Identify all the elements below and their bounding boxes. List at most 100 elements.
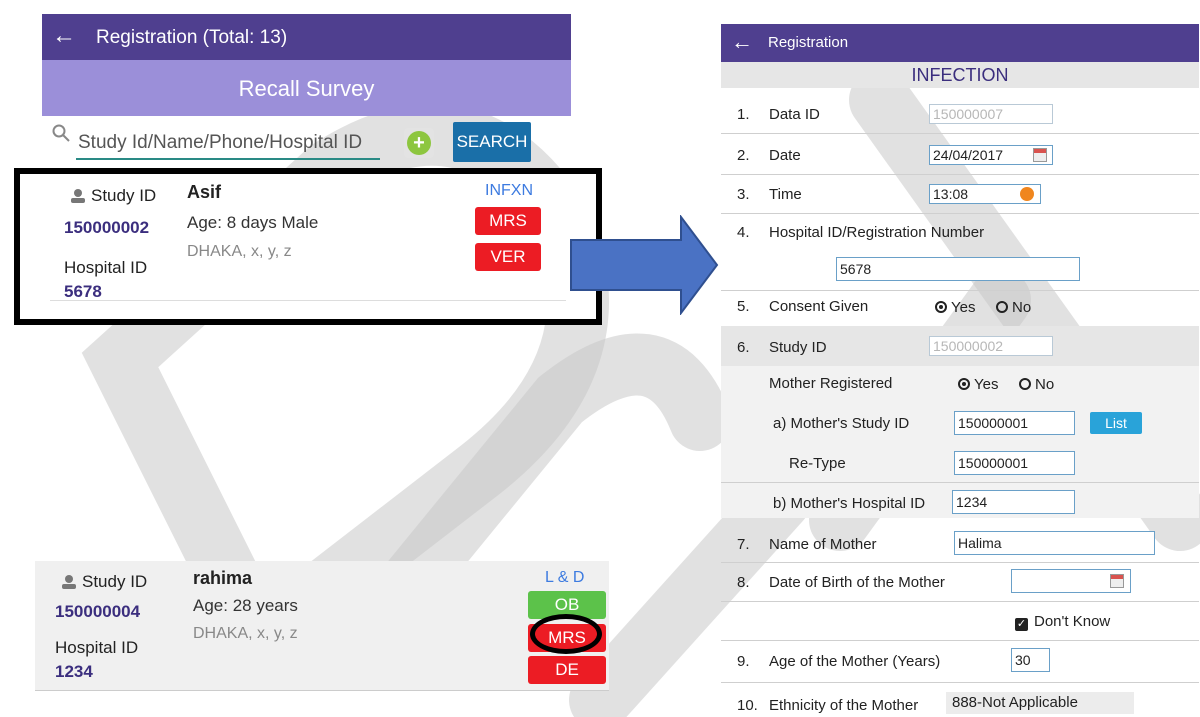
hospital-id-label: Hospital ID [55, 638, 139, 657]
row-number: 9. [737, 653, 750, 670]
patient-name: rahima [193, 568, 253, 588]
category-tag: L & D [545, 569, 585, 586]
ver-button[interactable]: VER [475, 243, 541, 271]
clock-icon[interactable] [1020, 187, 1034, 201]
mother-study-id-label: a) Mother's Study ID [773, 415, 910, 432]
mother-name-label: Name of Mother [769, 536, 877, 553]
mother-registered-yes-radio[interactable]: Yes [958, 376, 998, 393]
dont-know-checkbox[interactable]: ✓ Don't Know [1015, 613, 1110, 631]
search-button[interactable]: SEARCH [453, 122, 531, 162]
patient-address: DHAKA, x, y, z [193, 625, 298, 642]
time-label: Time [769, 186, 802, 203]
mother-hospital-id-label: b) Mother's Hospital ID [773, 495, 926, 512]
ethnicity-label: Ethnicity of the Mother [769, 697, 919, 714]
study-id-value: 150000004 [55, 602, 141, 621]
row-number: 8. [737, 574, 750, 591]
row-divider [721, 682, 1199, 683]
radio-unselected-icon [996, 301, 1008, 313]
list-button[interactable]: List [1090, 412, 1142, 434]
row-number: 1. [737, 106, 750, 123]
category-tag: INFXN [485, 182, 533, 199]
mother-dob-label: Date of Birth of the Mother [769, 574, 945, 591]
retype-field[interactable]: 150000001 [954, 451, 1075, 475]
patient-age-sex: Age: 8 days Male [187, 213, 319, 232]
data-id-label: Data ID [769, 106, 820, 123]
add-record-button[interactable]: + [404, 128, 434, 158]
row-number: 2. [737, 147, 750, 164]
search-underline [76, 158, 380, 160]
person-icon [71, 189, 85, 203]
hospital-id-label: Hospital ID/Registration Number [769, 224, 985, 241]
mother-age-field[interactable]: 30 [1011, 648, 1050, 672]
consent-no-radio[interactable]: No [996, 299, 1031, 316]
study-id-label: Study ID [91, 186, 157, 205]
search-icon [52, 124, 70, 142]
row-divider [721, 640, 1199, 641]
mother-registered-label: Mother Registered [769, 375, 893, 392]
row-number: 6. [737, 339, 750, 356]
checkbox-checked-icon: ✓ [1015, 618, 1028, 631]
date-label: Date [769, 147, 801, 164]
mother-age-label: Age of the Mother (Years) [769, 653, 941, 670]
row-number: 4. [737, 224, 750, 241]
retype-label: Re-Type [789, 455, 846, 472]
radio-label: No [1035, 376, 1055, 393]
patient-name: Asif [187, 182, 222, 202]
section-title: INFECTION [911, 65, 1009, 85]
card-divider [35, 690, 609, 691]
card-divider [50, 300, 566, 301]
calendar-icon[interactable] [1033, 148, 1047, 162]
row-number: 10. [737, 697, 758, 714]
back-arrow-icon[interactable]: ← [731, 29, 753, 55]
de-button[interactable]: DE [528, 656, 606, 684]
data-id-field: 150000007 [929, 104, 1053, 124]
ethnicity-select[interactable]: 888-Not Applicable [946, 692, 1134, 714]
row-divider [721, 133, 1199, 134]
row-divider [721, 213, 1199, 214]
mother-registered-no-radio[interactable]: No [1019, 376, 1054, 393]
mrs-button[interactable]: MRS [475, 207, 541, 235]
radio-unselected-icon [1019, 378, 1031, 390]
highlight-circle [530, 614, 602, 654]
radio-selected-icon [958, 378, 970, 390]
flow-arrow [570, 215, 719, 315]
mother-hospital-id-field[interactable]: 1234 [952, 490, 1075, 514]
consent-label: Consent Given [769, 298, 869, 315]
row-divider [721, 290, 1199, 291]
row-number: 3. [737, 186, 750, 203]
mother-name-field[interactable]: Halima [954, 531, 1155, 555]
left-app-bar-title: Registration (Total: 13) [96, 27, 288, 48]
study-id-label: Study ID [769, 339, 827, 356]
study-id-field: 150000002 [929, 336, 1053, 356]
patient-age: Age: 28 years [193, 596, 298, 615]
left-app-bar: ← Registration (Total: 13) [42, 14, 571, 60]
dont-know-label: Don't Know [1034, 613, 1111, 630]
radio-selected-icon [935, 301, 947, 313]
hospital-id-value: 5678 [64, 282, 102, 301]
plus-icon: + [407, 131, 431, 155]
radio-label: Yes [951, 299, 976, 316]
row-divider [721, 174, 1199, 175]
radio-label: Yes [974, 376, 999, 393]
radio-label: No [1012, 299, 1032, 316]
row-divider [721, 601, 1199, 602]
section-header: INFECTION [721, 62, 1199, 88]
hospital-id-value: 1234 [55, 662, 93, 681]
right-app-bar-title: Registration [768, 34, 849, 51]
consent-yes-radio[interactable]: Yes [935, 299, 975, 316]
study-id-label: Study ID [82, 572, 148, 591]
back-arrow-icon[interactable]: ← [52, 22, 76, 50]
person-icon [62, 575, 76, 589]
patient-address: DHAKA, x, y, z [187, 243, 292, 260]
row-number: 7. [737, 536, 750, 553]
search-input[interactable]: Study Id/Name/Phone/Hospital ID [78, 132, 362, 154]
row-number: 5. [737, 298, 750, 315]
hospital-id-field[interactable]: 5678 [836, 257, 1080, 281]
recall-survey-header: Recall Survey [42, 60, 571, 116]
row-divider [721, 482, 1199, 483]
recall-survey-title: Recall Survey [238, 76, 375, 101]
mother-study-id-field[interactable]: 150000001 [954, 411, 1075, 435]
calendar-icon[interactable] [1110, 574, 1124, 588]
study-id-value: 150000002 [64, 218, 150, 237]
hospital-id-label: Hospital ID [64, 258, 148, 277]
